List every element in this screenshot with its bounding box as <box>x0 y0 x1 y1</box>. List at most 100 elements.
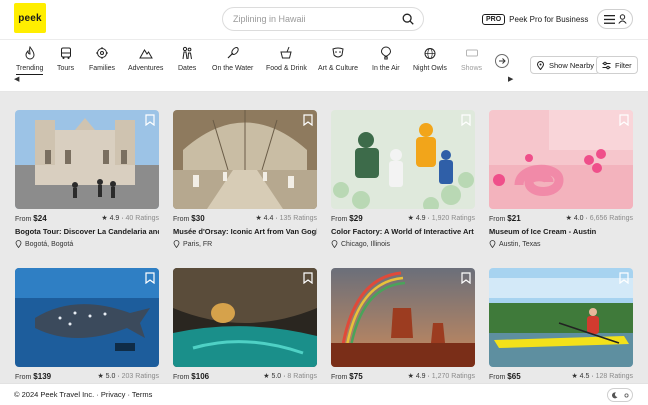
category-label: Tours <box>57 65 75 72</box>
listing-location: Austin, Texas <box>489 240 541 248</box>
show-nearby-button[interactable]: Show Nearby <box>530 56 601 74</box>
category-label: Shows <box>461 65 483 72</box>
listing-price: From $24 <box>15 214 47 223</box>
location-pin-icon <box>15 240 22 248</box>
listing-price: From $75 <box>331 372 363 381</box>
category-adventures[interactable]: Adventures <box>128 46 163 72</box>
bookmark-icon[interactable] <box>303 114 313 126</box>
listing-rating: ★ 5.0 · 8 Ratings <box>263 373 317 380</box>
listing-photo[interactable] <box>331 110 475 209</box>
listing-photo[interactable] <box>15 268 159 367</box>
search-icon[interactable] <box>401 12 415 26</box>
listing-title[interactable]: Musée d'Orsay: Iconic Art from Van Gogh … <box>173 227 317 236</box>
filter-label: Filter <box>615 60 632 70</box>
bookmark-icon[interactable] <box>461 114 471 126</box>
listing-price: From $30 <box>173 214 205 223</box>
family-icon <box>96 47 109 59</box>
mask-icon <box>332 47 344 58</box>
category-trending[interactable]: Trending <box>16 46 44 75</box>
category-dates[interactable]: Dates <box>178 46 196 72</box>
listing-photo[interactable] <box>489 110 633 209</box>
category-label: Night Owls <box>413 65 447 72</box>
logo-text: peek <box>18 12 42 24</box>
listing-photo[interactable] <box>331 268 475 367</box>
location-pin-icon <box>489 240 496 248</box>
top-bar: peek Ziplining in Hawaii PRO Peek Pro fo… <box>0 0 648 40</box>
bookmark-icon[interactable] <box>303 272 313 284</box>
category-label: Dates <box>178 65 197 72</box>
peek-logo[interactable]: peek <box>14 3 46 33</box>
disco-ball-icon <box>424 48 436 59</box>
filter-button[interactable]: Filter <box>596 56 638 74</box>
listing-rating: ★ 4.5 · 128 Ratings <box>571 373 633 380</box>
ticket-icon <box>465 49 478 57</box>
bookmark-icon[interactable] <box>145 114 155 126</box>
category-label: In the Air <box>372 65 400 72</box>
arrow-right-icon <box>499 58 506 64</box>
bookmark-icon[interactable] <box>619 272 629 284</box>
search-input[interactable]: Ziplining in Hawaii <box>222 7 424 31</box>
balloon-icon <box>380 46 391 60</box>
category-next-button[interactable] <box>495 54 509 68</box>
moon-icon <box>611 391 617 398</box>
category-label: Food & Drink <box>266 65 307 72</box>
bookmark-icon[interactable] <box>145 272 155 284</box>
location-pin-icon <box>173 240 180 248</box>
footer-text[interactable]: © 2024 Peek Travel Inc. · Privacy · Term… <box>14 390 152 399</box>
drink-icon <box>280 46 293 59</box>
sliders-icon <box>602 61 611 69</box>
listing-photo[interactable] <box>489 268 633 367</box>
listing-title[interactable]: Bogota Tour: Discover La Candelaria and … <box>15 227 159 236</box>
bookmark-icon[interactable] <box>619 114 629 126</box>
location-pin-icon <box>331 240 338 248</box>
fire-icon <box>25 46 35 60</box>
scroll-left-icon[interactable]: ◀ <box>14 75 19 83</box>
footer: © 2024 Peek Travel Inc. · Privacy · Term… <box>0 383 648 405</box>
user-icon <box>617 14 627 24</box>
pro-badge: PRO <box>482 13 506 25</box>
hamburger-icon <box>603 14 615 24</box>
listing-photo[interactable] <box>15 110 159 209</box>
category-label: Art & Culture <box>318 65 359 72</box>
listing-price: From $106 <box>173 372 210 381</box>
paddle-icon <box>227 47 239 59</box>
category-label: Adventures <box>128 65 164 72</box>
listing-price: From $29 <box>331 214 363 223</box>
search-placeholder: Ziplining in Hawaii <box>233 14 306 24</box>
category-label: Trending <box>16 65 44 72</box>
listing-rating: ★ 4.4 · 135 Ratings <box>255 215 317 222</box>
pro-link-label: Peek Pro for Business <box>509 14 589 24</box>
pro-for-business-link[interactable]: PRO Peek Pro for Business <box>482 12 588 26</box>
listing-location: Chicago, Illinois <box>331 240 390 248</box>
listing-rating: ★ 4.9 · 1,920 Ratings <box>407 215 475 222</box>
account-menu-button[interactable] <box>597 9 633 29</box>
category-tours[interactable]: Tours <box>57 46 74 72</box>
listing-location: Bogotá, Bogotá <box>15 240 73 248</box>
listing-photo[interactable] <box>173 268 317 367</box>
listing-title[interactable]: Museum of Ice Cream - Austin <box>489 227 633 236</box>
listing-rating: ★ 5.0 · 203 Ratings <box>97 373 159 380</box>
scroll-right-icon[interactable]: ▶ <box>508 75 513 83</box>
category-food-drink[interactable]: Food & Drink <box>266 46 307 72</box>
category-shows[interactable]: Shows <box>461 46 482 72</box>
category-in-the-air[interactable]: In the Air <box>372 46 400 72</box>
show-nearby-label: Show Nearby <box>549 60 595 70</box>
listing-title[interactable]: Color Factory: A World of Interactive Ar… <box>331 227 475 236</box>
category-families[interactable]: Families <box>89 46 115 72</box>
theme-toggle[interactable] <box>607 388 633 402</box>
bookmark-icon[interactable] <box>461 272 471 284</box>
couple-icon <box>182 46 193 60</box>
listing-photo[interactable] <box>173 110 317 209</box>
location-pin-icon <box>536 60 545 70</box>
category-on-the-water[interactable]: On the Water <box>212 46 253 72</box>
category-label: On the Water <box>212 65 254 72</box>
listing-rating: ★ 4.0 · 6,656 Ratings <box>565 215 633 222</box>
sun-icon <box>623 392 629 398</box>
listing-price: From $65 <box>489 372 521 381</box>
category-night-owls[interactable]: Night Owls <box>413 46 447 72</box>
mountain-icon <box>138 49 153 59</box>
category-art-culture[interactable]: Art & Culture <box>318 46 358 72</box>
category-bar: Trending Tours Families Adventures Dates… <box>0 40 648 92</box>
listing-rating: ★ 4.9 · 1,270 Ratings <box>407 373 475 380</box>
listing-price: From $21 <box>489 214 521 223</box>
